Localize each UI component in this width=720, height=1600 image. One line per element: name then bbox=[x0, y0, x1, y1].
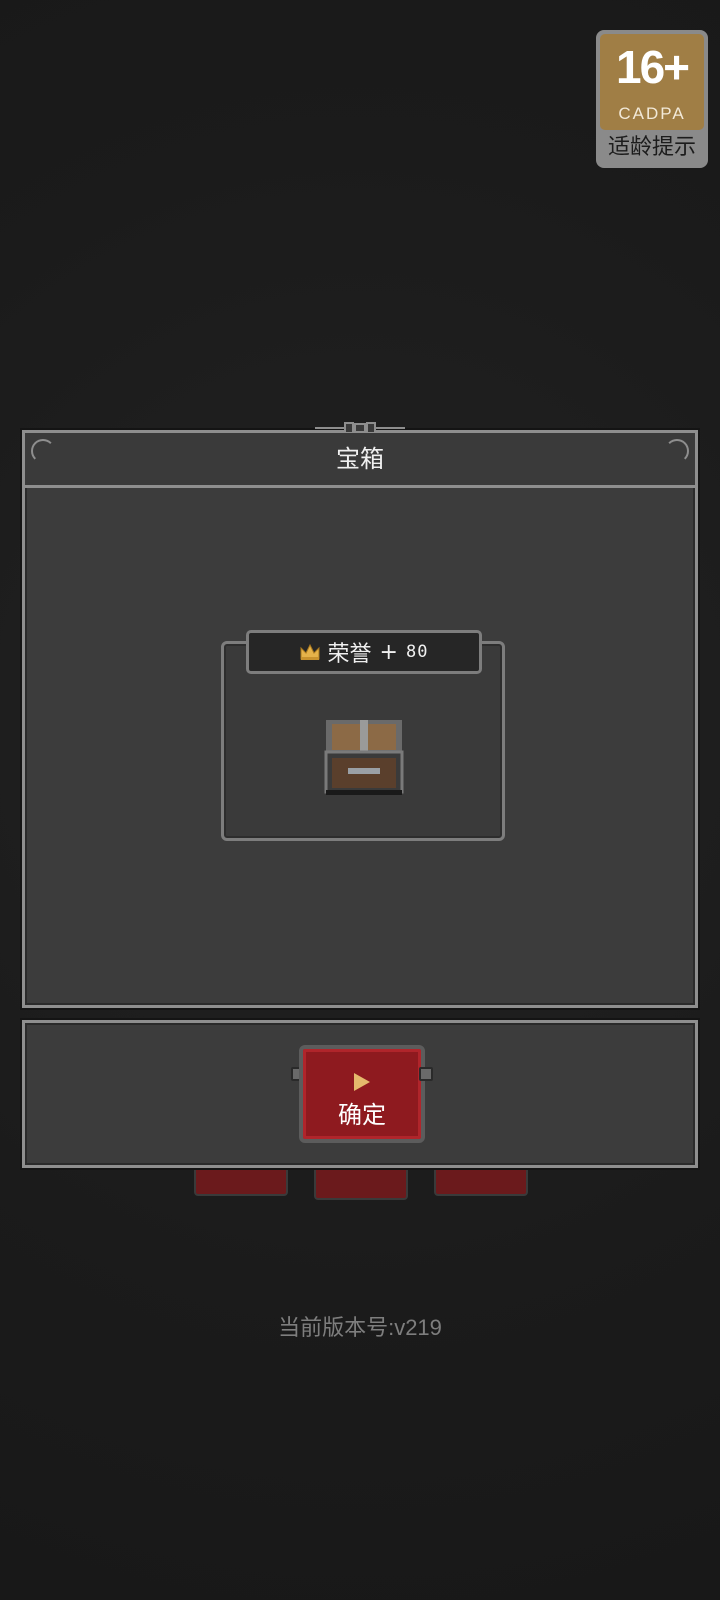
crown-icon bbox=[300, 643, 320, 660]
age-rating-org: CADPA bbox=[618, 104, 686, 123]
reward-plus: + bbox=[379, 639, 398, 665]
confirm-button-label: 确定 bbox=[338, 1101, 386, 1129]
age-rating-tip: 适龄提示 bbox=[607, 135, 696, 160]
corner-ornament-icon bbox=[665, 439, 689, 463]
confirm-bar: 确定 bbox=[22, 1020, 698, 1168]
dialog-header: 宝箱 bbox=[25, 433, 695, 488]
reward-amount: 80 bbox=[405, 642, 429, 662]
age-rating-number: 16+ bbox=[615, 41, 690, 93]
reward-name: 荣誉 bbox=[327, 642, 372, 667]
chest-dialog: 宝箱 荣誉 + 80 bbox=[22, 422, 698, 1008]
version-text: 当前版本号:v219 bbox=[278, 1315, 442, 1340]
confirm-button[interactable]: 确定 bbox=[299, 1045, 425, 1143]
age-rating-top: 16+ CADPA bbox=[600, 34, 704, 130]
play-icon bbox=[354, 1073, 370, 1091]
corner-ornament-icon bbox=[31, 439, 55, 463]
age-rating-badge: 16+ CADPA 适龄提示 bbox=[596, 30, 708, 168]
treasure-chest-icon bbox=[324, 720, 404, 795]
dialog-title: 宝箱 bbox=[336, 445, 384, 473]
reward-label: 荣誉 + 80 bbox=[246, 630, 482, 674]
reward-card: 荣誉 + 80 bbox=[221, 630, 505, 841]
button-knob-right bbox=[419, 1067, 433, 1081]
